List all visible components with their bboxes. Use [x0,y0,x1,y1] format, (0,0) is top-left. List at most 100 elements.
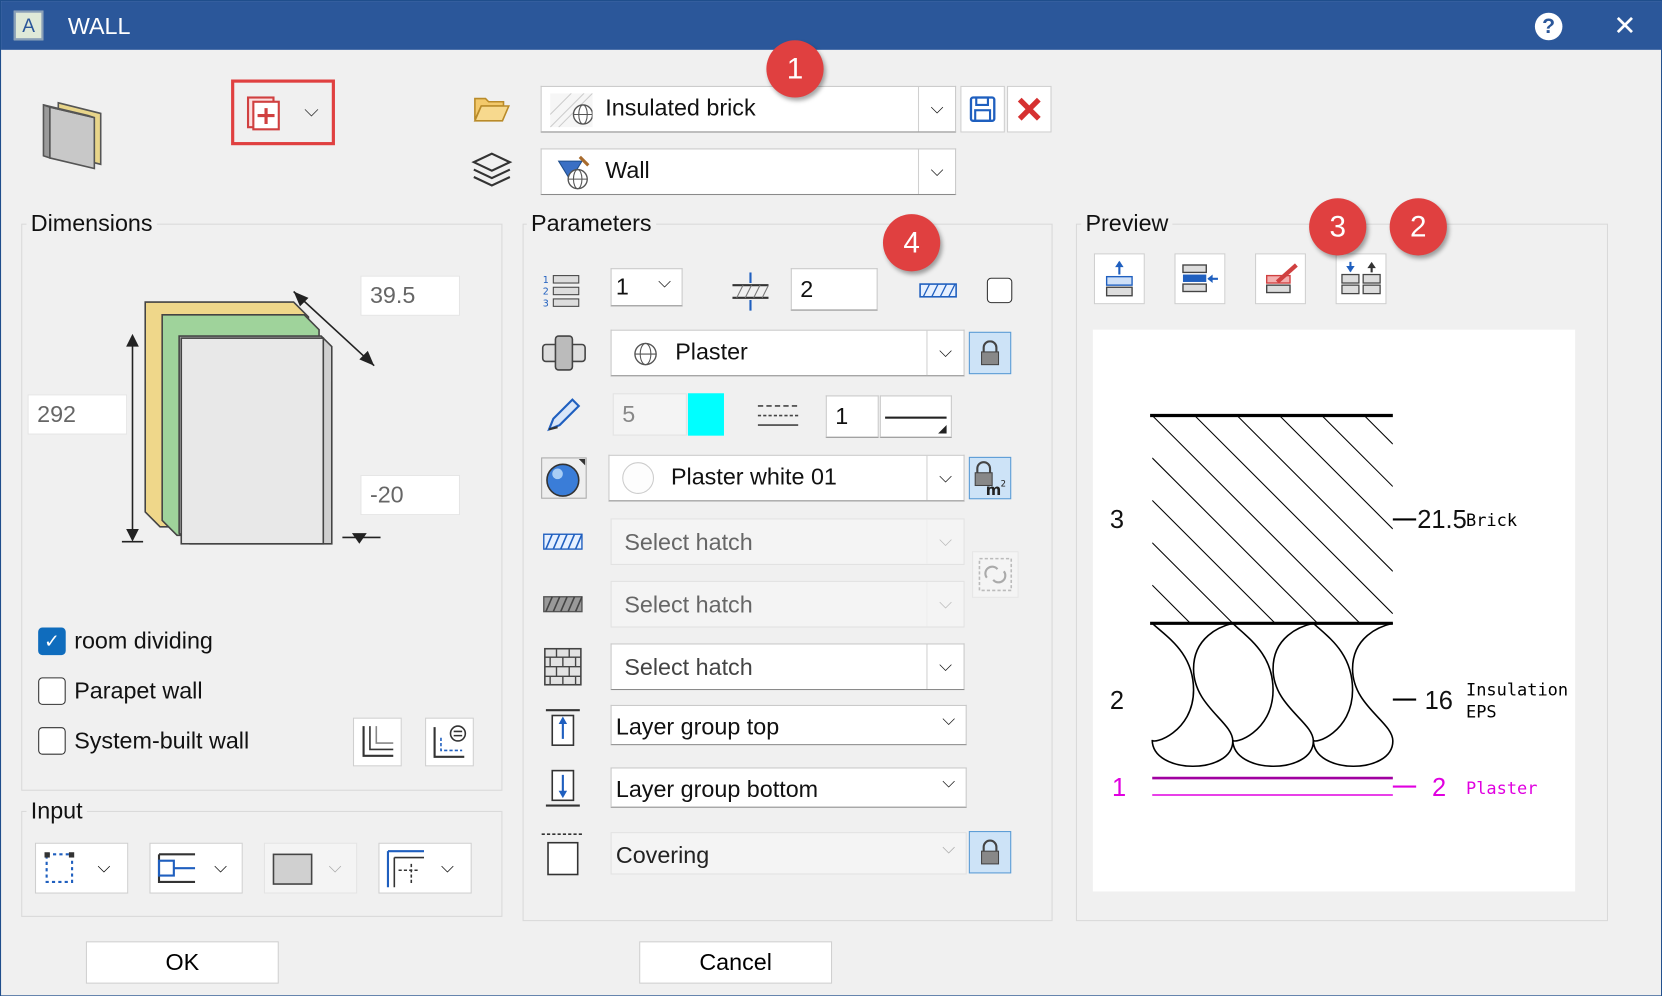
wall-dimension-illustration [121,290,381,545]
layer-material-combo[interactable]: Plaster ⌵ [610,329,965,377]
layer-2-name: Insulation [1465,679,1569,700]
layers-icon[interactable] [471,149,513,191]
chevron-down-icon[interactable]: ⌵ [917,149,955,194]
checkbox-unchecked[interactable] [38,677,66,705]
room-dividing-checkbox[interactable]: ✓ room dividing [38,627,213,656]
wall-settings-button[interactable] [425,717,474,767]
height-field[interactable]: 292 [27,394,128,435]
title-bar: A WALL ? ✕ [1,1,1662,50]
linetype-icon [757,405,799,426]
covering-combo[interactable]: Covering ⌵ [610,832,967,875]
delete-layer-button[interactable] [1255,253,1306,305]
linetype-field[interactable]: 1 [825,395,879,438]
surface-combo[interactable]: Plaster white 01 ⌵ [608,454,965,502]
layer-group-bottom-icon [545,769,580,807]
app-icon: A [13,10,44,41]
rectangle-icon [272,853,313,885]
insert-layer-above-button[interactable] [1093,253,1145,305]
swap-layers-button[interactable] [1335,253,1387,305]
input-label: Input [26,797,87,825]
chevron-down-icon[interactable]: ⌵ [926,644,963,689]
svg-text:1: 1 [543,275,549,286]
wall-dialog: A WALL ? ✕ ⌵ Insulated brick ⌵ Wall ⌵ 1 … [0,0,1662,996]
covering-icon [541,833,585,876]
save-favorite-button[interactable] [960,85,1005,133]
chevron-down-icon[interactable]: ⌵ [926,455,963,501]
chevron-down-icon: ⌵ [942,773,956,792]
cancel-button[interactable]: Cancel [639,941,833,984]
swap-layers-icon [1341,261,1381,295]
window-title: WALL [67,12,131,40]
parapet-wall-checkbox[interactable]: Parapet wall [38,677,203,705]
layer-group-bottom-combo[interactable]: Layer group bottom ⌵ [610,767,967,808]
chevron-down-icon: ⌵ [942,839,956,858]
wall-corner-button[interactable] [352,717,402,767]
wall-direction-icon [157,853,196,883]
input-mode-2-dropdown[interactable]: ⌵ [149,842,243,894]
checkbox-checked[interactable]: ✓ [38,627,66,656]
layer-group-top-combo[interactable]: Layer group top ⌵ [610,704,967,746]
offset-field[interactable]: -20 [360,474,461,516]
wall-settings-icon [433,725,467,758]
system-built-wall-checkbox[interactable]: System-built wall [38,727,249,755]
callout-badge-3: 3 [1309,198,1367,256]
line-sample [885,416,947,419]
surface-sphere-icon [541,457,587,499]
layer-2-thickness: 16 [1424,686,1453,716]
covering-lock-button[interactable] [968,831,1012,874]
layer-combo[interactable]: Wall ⌵ [540,148,957,196]
chevron-down-icon: ⌵ [440,858,454,877]
lock-m2-icon: m2 [974,461,1006,497]
pen-icon [547,398,581,432]
pen-color-swatch[interactable] [687,393,724,436]
material-combo[interactable]: Insulated brick ⌵ [540,85,957,133]
layer-value: Wall [605,156,650,184]
hatch-combo-2[interactable]: Select hatch ⌵ [610,580,965,628]
hatch-combo-1[interactable]: Select hatch ⌵ [610,518,965,565]
new-favorite-button[interactable]: ⌵ [231,79,335,146]
layer-3-index: 3 [1109,505,1124,535]
folder-open-icon[interactable] [473,94,511,124]
layer-1-index: 1 [1111,773,1127,803]
linetype-preview-combo[interactable] [879,395,952,438]
input-mode-3-dropdown[interactable]: ⌵ [263,842,358,894]
layer-group-top-icon [545,709,580,746]
callout-badge-4: 4 [882,214,941,272]
save-icon [969,96,996,123]
layer-number-combo[interactable]: 1 ⌵ [610,268,683,307]
chevron-down-icon[interactable]: ⌵ [926,330,963,376]
surface-lock-button[interactable]: m2 [968,456,1012,500]
insert-above-icon [1105,260,1133,297]
pattern-combo[interactable]: Select hatch ⌵ [610,643,965,691]
input-mode-4-dropdown[interactable]: ⌵ [378,842,472,894]
close-icon[interactable]: ✕ [1611,9,1639,42]
checkbox-unchecked[interactable] [38,727,66,755]
globe-icon [634,342,657,366]
hatch-blue-icon [543,533,583,550]
layer-3-thickness: 21.5 [1417,505,1467,535]
insert-layer-below-button[interactable] [1174,253,1226,305]
surface-swatch-icon [622,462,655,494]
delete-layer-icon [1266,263,1298,294]
chevron-down-icon[interactable]: ⌵ [917,86,955,132]
parameters-label: Parameters [526,209,656,238]
hatch-link-button[interactable] [972,551,1019,598]
hatch-checkbox[interactable] [986,277,1013,304]
svg-text:3: 3 [543,298,549,309]
delete-favorite-button[interactable] [1006,85,1052,133]
wall-layout-icon [386,850,424,888]
material-value: Insulated brick [605,94,756,121]
layer-thickness-input[interactable]: 2 [790,268,878,311]
layer-section-drawing [1150,413,1417,796]
help-icon[interactable]: ? [1534,12,1563,41]
pen-thickness-field[interactable]: 5 [612,393,687,436]
chevron-down-icon: ⌵ [658,273,671,292]
callout-badge-2: 2 [1389,198,1447,256]
input-mode-1-dropdown[interactable]: ⌵ [34,842,129,894]
chevron-down-icon: ⌵ [926,519,963,564]
ok-button[interactable]: OK [85,941,279,984]
chevron-down-icon: ⌵ [926,581,963,627]
material-lock-button[interactable] [968,331,1012,375]
thickness-field[interactable]: 39.5 [360,275,461,316]
callout-badge-1: 1 [766,40,824,98]
